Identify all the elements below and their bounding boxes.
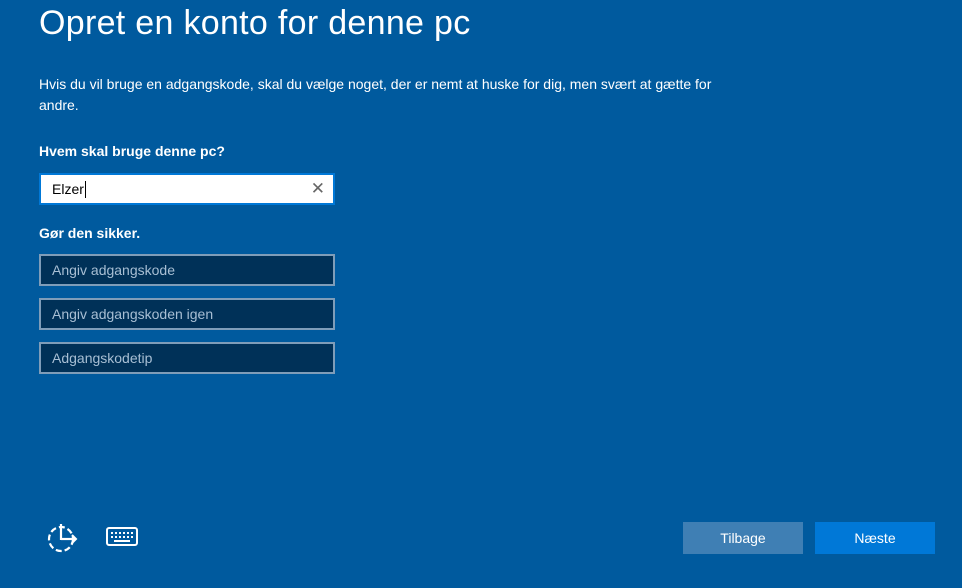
page-title: Opret en konto for denne pc bbox=[39, 4, 471, 42]
description: Hvis du vil bruge en adgangskode, skal d… bbox=[39, 76, 712, 113]
clear-icon[interactable]: ✕ bbox=[311, 179, 325, 199]
user-label: Hvem skal bruge denne pc? bbox=[39, 143, 225, 159]
back-button[interactable]: Tilbage bbox=[683, 522, 803, 554]
password-hint-input[interactable]: Adgangskodetip bbox=[39, 342, 335, 374]
keyboard-icon[interactable] bbox=[106, 527, 138, 551]
password-confirm-input[interactable]: Angiv adgangskoden igen bbox=[39, 298, 335, 330]
username-input[interactable]: Elzer ✕ bbox=[39, 173, 335, 205]
ease-of-access-icon[interactable] bbox=[46, 522, 80, 558]
secure-label: Gør den sikker. bbox=[39, 225, 141, 241]
next-button[interactable]: Næste bbox=[815, 522, 935, 554]
username-value: Elzer bbox=[52, 181, 84, 197]
password-input[interactable]: Angiv adgangskode bbox=[39, 254, 335, 286]
text-caret bbox=[84, 180, 86, 198]
